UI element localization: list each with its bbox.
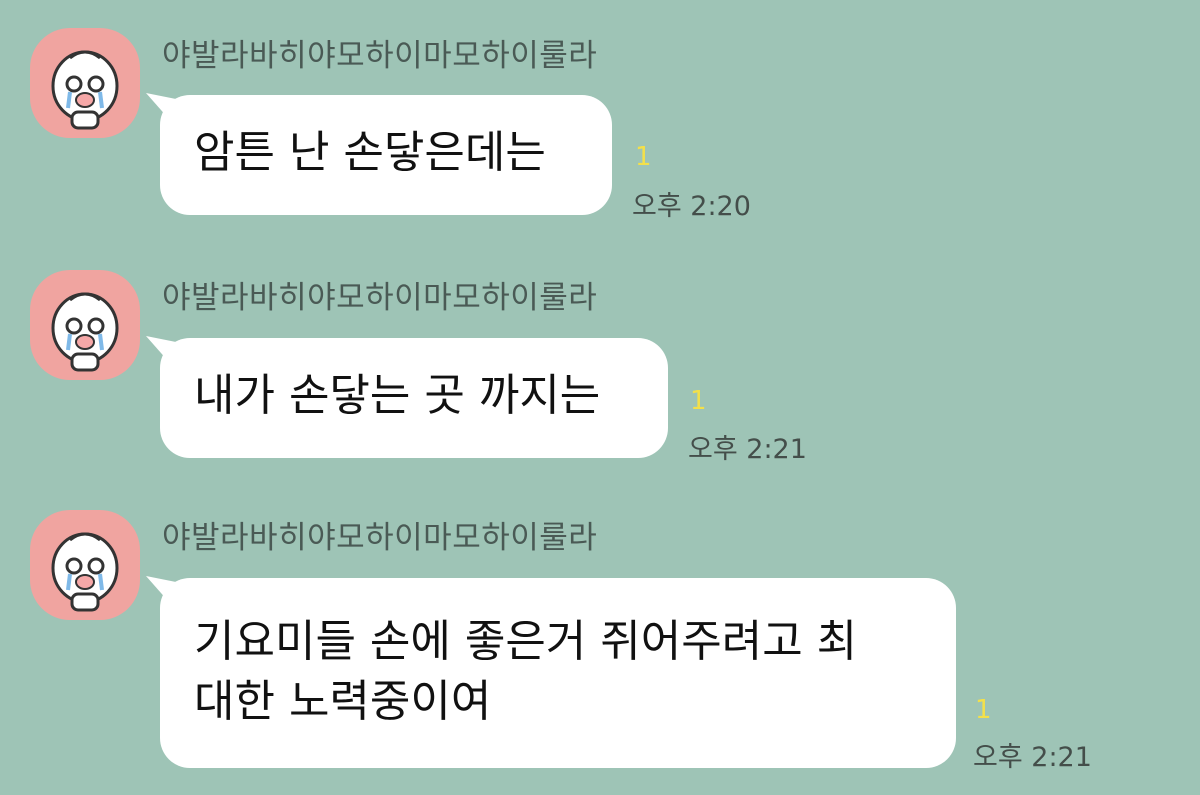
sender-name[interactable]: 야발라바히야모하이마모하이룰라: [162, 272, 597, 317]
message-bubble[interactable]: 내가 손닿는 곳 까지는: [146, 336, 668, 458]
bubble-tail: [146, 93, 186, 127]
chat-message: 야발라바히야모하이마모하이룰라 기요미들 손에 좋은거 쥐어주려고 최 대한 노…: [0, 480, 1200, 795]
message-time: 오후 2:20: [632, 191, 751, 222]
bubble-tail: [146, 576, 186, 610]
crying-peach-avatar-icon[interactable]: [30, 270, 140, 380]
message-time: 오후 2:21: [688, 434, 807, 465]
message-bubble[interactable]: 기요미들 손에 좋은거 쥐어주려고 최 대한 노력중이여: [146, 576, 956, 768]
sender-name[interactable]: 야발라바히야모하이마모하이룰라: [162, 512, 597, 557]
unread-count: 1: [690, 386, 707, 416]
bubble-tail: [146, 336, 186, 370]
chat-message: 야발라바히야모하이마모하이룰라 암튼 난 손닿은데는 1 오후 2:20: [0, 0, 1200, 240]
chat-message: 야발라바히야모하이마모하이룰라 내가 손닿는 곳 까지는 1 오후 2:21: [0, 240, 1200, 480]
unread-count: 1: [635, 142, 652, 172]
crying-peach-avatar-icon[interactable]: [30, 28, 140, 138]
message-time: 오후 2:21: [973, 742, 1092, 773]
sender-name[interactable]: 야발라바히야모하이마모하이룰라: [162, 30, 597, 75]
unread-count: 1: [975, 695, 992, 725]
crying-peach-avatar-icon[interactable]: [30, 510, 140, 620]
message-text: 내가 손닿는 곳 까지는: [194, 370, 601, 421]
message-bubble[interactable]: 암튼 난 손닿은데는: [146, 93, 612, 215]
message-text: 암튼 난 손닿은데는: [194, 127, 546, 178]
message-text: 기요미들 손에 좋은거 쥐어주려고 최 대한 노력중이여: [194, 616, 858, 727]
